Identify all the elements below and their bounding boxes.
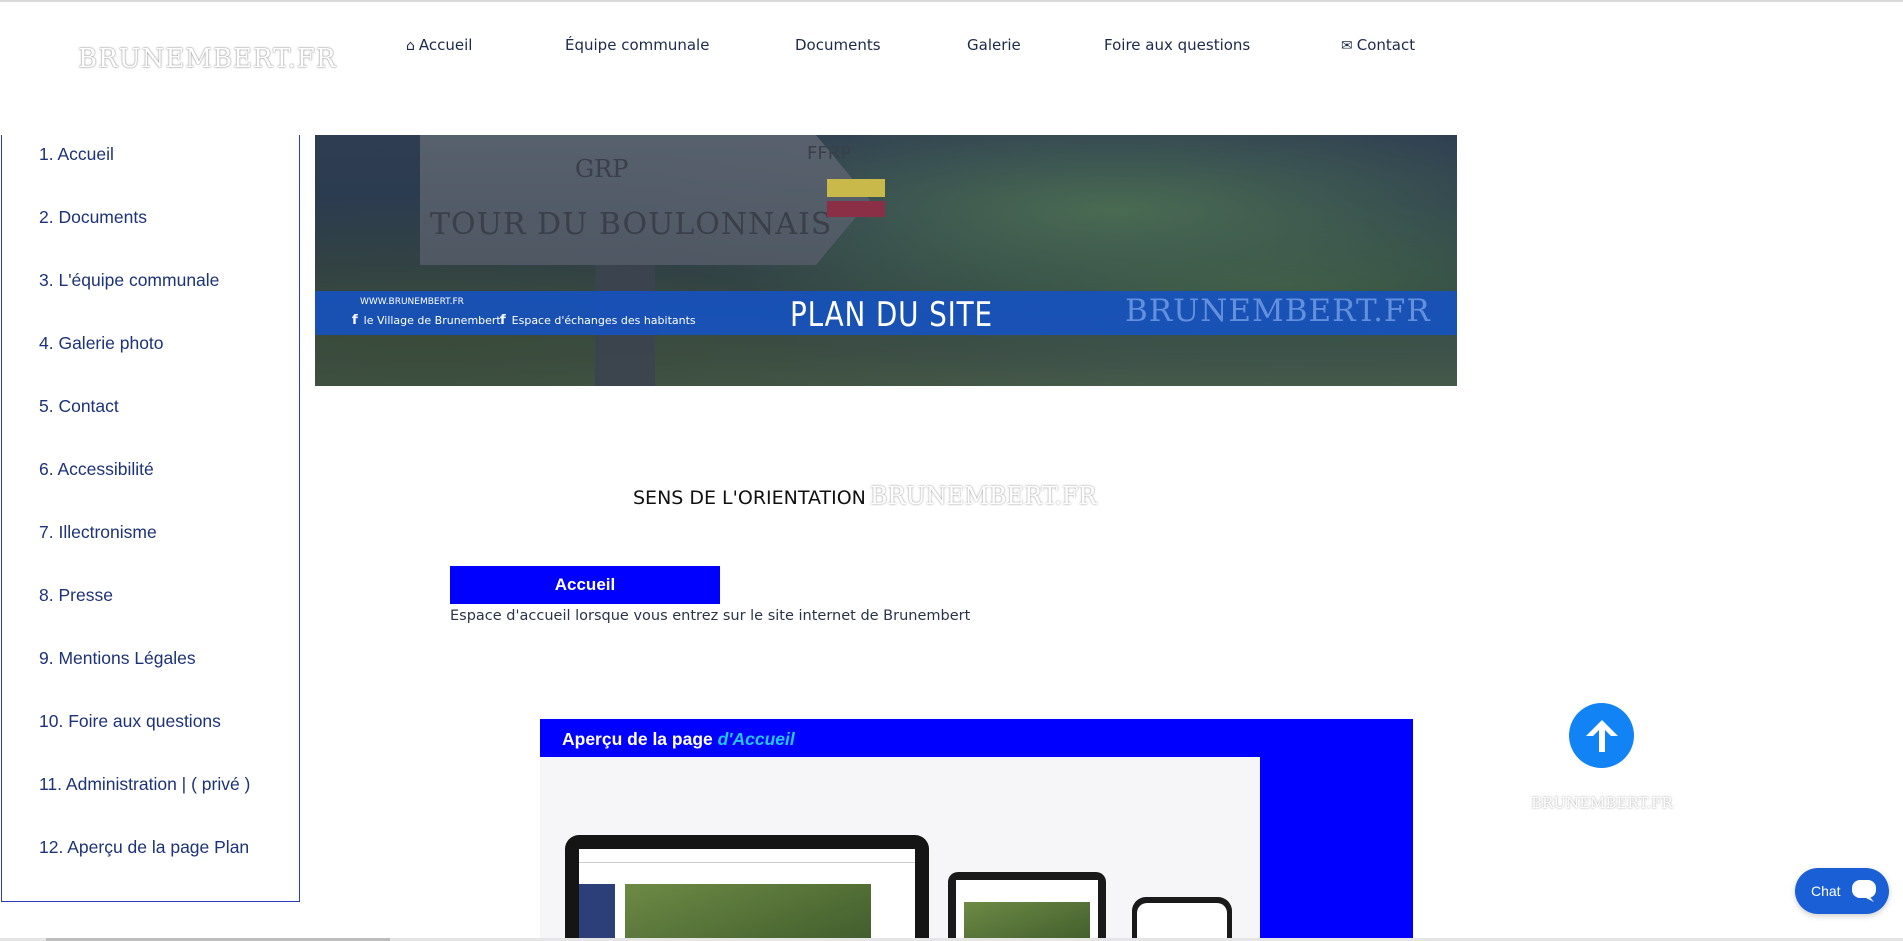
sidebar-item-galerie[interactable]: 4. Galerie photo xyxy=(39,333,164,354)
sidebar-item-accueil[interactable]: 1. Accueil xyxy=(39,144,114,165)
chat-bubble-icon xyxy=(1852,880,1876,902)
sidebar-item-mentions[interactable]: 9. Mentions Légales xyxy=(39,648,196,669)
back-to-top-logo: BRUNEMBERT.FR xyxy=(1531,794,1673,812)
phone-screen xyxy=(1137,903,1227,941)
preview-title-prefix: Aperçu de la page xyxy=(562,729,718,749)
laptop-screen-photo xyxy=(625,884,871,941)
sidebar-item-equipe[interactable]: 3. L'équipe communale xyxy=(39,270,219,291)
banner-url: WWW.BRUNEMBERT.FR xyxy=(360,297,464,307)
sidebar-item-illectronisme[interactable]: 7. Illectronisme xyxy=(39,522,157,543)
phone-mockup xyxy=(1132,897,1232,941)
tablet-screen xyxy=(956,880,1098,941)
accueil-button[interactable]: Accueil xyxy=(450,566,720,604)
nav-faq[interactable]: Foire aux questions xyxy=(1104,36,1250,54)
laptop-screen-navbar xyxy=(579,849,915,863)
banner-image: GRP TOUR DU BOULONNAIS FFRP WWW.BRUNEMBE… xyxy=(315,135,1457,386)
nav-galerie[interactable]: Galerie xyxy=(967,36,1021,54)
sidebar-item-contact[interactable]: 5. Contact xyxy=(39,396,119,417)
arrow-up-icon xyxy=(1585,719,1618,752)
nav-equipe-communale[interactable]: Équipe communale xyxy=(565,36,709,54)
sign-line-2: TOUR DU BOULONNAIS xyxy=(430,207,833,242)
laptop-screen xyxy=(579,849,915,941)
home-icon: ⌂ xyxy=(406,38,415,54)
trail-mark-red xyxy=(827,201,885,217)
envelope-icon: ✉ xyxy=(1341,38,1353,54)
sidebar-sitemap: 1. Accueil 2. Documents 3. L'équipe comm… xyxy=(1,135,300,902)
sidebar-item-presse[interactable]: 8. Presse xyxy=(39,585,113,606)
laptop-mockup xyxy=(565,835,929,941)
back-to-top-button[interactable] xyxy=(1569,703,1634,768)
trail-mark-yellow xyxy=(827,179,885,197)
site-logo[interactable]: BRUNEMBERT.FR xyxy=(78,44,337,74)
sidebar-item-documents[interactable]: 2. Documents xyxy=(39,207,147,228)
sidebar-item-administration[interactable]: 11. Administration | ( privé ) xyxy=(39,774,250,795)
laptop-screen-sidebar xyxy=(579,884,615,941)
chat-label: Chat xyxy=(1811,883,1841,899)
chat-button[interactable]: Chat xyxy=(1795,868,1889,914)
sidebar-item-faq[interactable]: 10. Foire aux questions xyxy=(39,711,221,732)
facebook-village: f le Village de Brunembert xyxy=(352,313,501,328)
preview-title-highlight: d'Accueil xyxy=(717,729,795,749)
sign-line-1: GRP xyxy=(575,155,629,183)
top-border xyxy=(0,0,1903,2)
facebook-icon: f xyxy=(352,313,358,328)
sign-tag: FFRP xyxy=(807,143,852,164)
nav-contact-label: Contact xyxy=(1356,36,1416,54)
accueil-description: Espace d'accueil lorsque vous entrez sur… xyxy=(450,608,971,624)
orientation-heading: SENS DE L'ORIENTATION BRUNEMBERT.FR xyxy=(633,482,1097,510)
nav-documents[interactable]: Documents xyxy=(795,36,881,54)
facebook-espace-label: Espace d'échanges des habitants xyxy=(511,314,696,327)
nav-accueil[interactable]: ⌂ Accueil xyxy=(406,36,472,54)
preview-title: Aperçu de la page d'Accueil xyxy=(562,729,795,750)
orientation-logo: BRUNEMBERT.FR xyxy=(869,482,1097,510)
facebook-village-label: le Village de Brunembert xyxy=(363,314,501,327)
nav-accueil-label: Accueil xyxy=(418,36,473,54)
orientation-text: SENS DE L'ORIENTATION xyxy=(633,487,866,509)
preview-panel: Aperçu de la page d'Accueil xyxy=(540,719,1413,941)
signpost-board xyxy=(420,135,870,265)
tablet-screen-photo xyxy=(964,902,1090,941)
facebook-espace: f Espace d'échanges des habitants xyxy=(500,313,696,328)
sidebar-item-apercu-plan[interactable]: 12. Aperçu de la page Plan xyxy=(39,837,249,858)
sidebar-item-accessibilite[interactable]: 6. Accessibilité xyxy=(39,459,154,480)
facebook-icon: f xyxy=(500,313,506,328)
banner-title: PLAN DU SITE xyxy=(790,295,993,335)
nav-contact[interactable]: ✉ Contact xyxy=(1341,36,1415,54)
banner-logo: BRUNEMBERT.FR xyxy=(1125,293,1431,329)
tablet-mockup xyxy=(948,872,1106,941)
preview-screenshot[interactable] xyxy=(540,757,1260,941)
